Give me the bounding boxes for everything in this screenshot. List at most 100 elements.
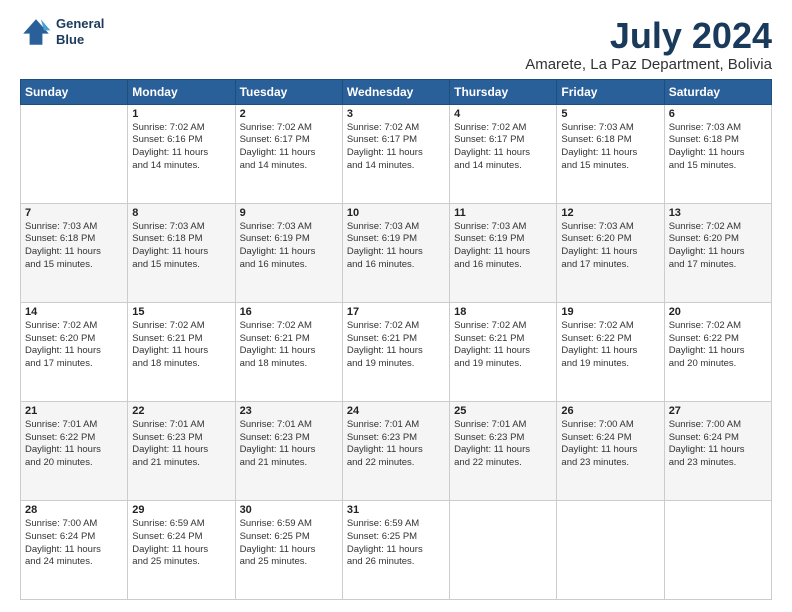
cell-info: Sunrise: 7:02 AM Sunset: 6:22 PM Dayligh… xyxy=(669,320,767,371)
day-number: 15 xyxy=(132,306,230,318)
day-number: 4 xyxy=(454,108,552,120)
day-number: 16 xyxy=(240,306,338,318)
calendar-week-4: 21 Sunrise: 7:01 AM Sunset: 6:22 PM Dayli… xyxy=(21,401,772,500)
calendar-cell: 14 Sunrise: 7:02 AM Sunset: 6:20 PM Dayli… xyxy=(21,302,128,401)
cell-info: Sunrise: 7:00 AM Sunset: 6:24 PM Dayligh… xyxy=(669,419,767,470)
location: Amarete, La Paz Department, Bolivia xyxy=(525,56,772,73)
day-number: 30 xyxy=(240,504,338,516)
day-number: 26 xyxy=(561,405,659,417)
cell-info: Sunrise: 7:00 AM Sunset: 6:24 PM Dayligh… xyxy=(25,518,123,569)
day-number: 17 xyxy=(347,306,445,318)
day-number: 24 xyxy=(347,405,445,417)
calendar-week-1: 1 Sunrise: 7:02 AM Sunset: 6:16 PM Daylig… xyxy=(21,104,772,203)
day-number: 7 xyxy=(25,207,123,219)
calendar-cell xyxy=(664,500,771,599)
calendar-cell: 25 Sunrise: 7:01 AM Sunset: 6:23 PM Dayli… xyxy=(450,401,557,500)
calendar-cell: 23Sunrise: 7:01 AM Sunset: 6:23 PM Dayli… xyxy=(235,401,342,500)
calendar-table: Sunday Monday Tuesday Wednesday Thursday… xyxy=(20,79,772,600)
cell-info: Sunrise: 7:02 AM Sunset: 6:21 PM Dayligh… xyxy=(454,320,552,371)
day-number: 13 xyxy=(669,207,767,219)
day-number: 18 xyxy=(454,306,552,318)
cell-info: Sunrise: 7:03 AM Sunset: 6:19 PM Dayligh… xyxy=(240,221,338,272)
logo-icon xyxy=(20,16,52,48)
cell-info: Sunrise: 7:02 AM Sunset: 6:16 PM Dayligh… xyxy=(132,122,230,173)
cell-info: Sunrise: 7:01 AM Sunset: 6:23 PM Dayligh… xyxy=(347,419,445,470)
calendar-week-2: 7 Sunrise: 7:03 AM Sunset: 6:18 PM Daylig… xyxy=(21,203,772,302)
header-saturday: Saturday xyxy=(664,79,771,104)
calendar-week-3: 14 Sunrise: 7:02 AM Sunset: 6:20 PM Dayli… xyxy=(21,302,772,401)
day-number: 25 xyxy=(454,405,552,417)
logo-line2: Blue xyxy=(56,32,104,48)
cell-info: Sunrise: 7:01 AM Sunset: 6:23 PM Dayligh… xyxy=(240,419,338,470)
calendar-cell: 10 Sunrise: 7:03 AM Sunset: 6:19 PM Dayli… xyxy=(342,203,449,302)
day-number: 28 xyxy=(25,504,123,516)
day-number: 1 xyxy=(132,108,230,120)
calendar-cell: 11 Sunrise: 7:03 AM Sunset: 6:19 PM Dayli… xyxy=(450,203,557,302)
day-number: 31 xyxy=(347,504,445,516)
calendar-cell: 12 Sunrise: 7:03 AM Sunset: 6:20 PM Dayli… xyxy=(557,203,664,302)
day-number: 10 xyxy=(347,207,445,219)
cell-info: Sunrise: 7:03 AM Sunset: 6:18 PM Dayligh… xyxy=(132,221,230,272)
cell-info: Sunrise: 7:00 AM Sunset: 6:24 PM Dayligh… xyxy=(561,419,659,470)
calendar-cell: 13 Sunrise: 7:02 AM Sunset: 6:20 PM Dayli… xyxy=(664,203,771,302)
day-number: 27 xyxy=(669,405,767,417)
cell-info: Sunrise: 7:02 AM Sunset: 6:21 PM Dayligh… xyxy=(240,320,338,371)
calendar-cell: 4 Sunrise: 7:02 AM Sunset: 6:17 PM Daylig… xyxy=(450,104,557,203)
cell-info: Sunrise: 7:02 AM Sunset: 6:17 PM Dayligh… xyxy=(347,122,445,173)
calendar-cell: 31 Sunrise: 6:59 AM Sunset: 6:25 PM Dayli… xyxy=(342,500,449,599)
cell-info: Sunrise: 7:01 AM Sunset: 6:23 PM Dayligh… xyxy=(454,419,552,470)
header-friday: Friday xyxy=(557,79,664,104)
day-number: 20 xyxy=(669,306,767,318)
calendar-cell: 30 Sunrise: 6:59 AM Sunset: 6:25 PM Dayli… xyxy=(235,500,342,599)
day-number: 22 xyxy=(132,405,230,417)
day-number: 6 xyxy=(669,108,767,120)
day-number: 5 xyxy=(561,108,659,120)
title-block: July 2024 Amarete, La Paz Department, Bo… xyxy=(525,16,772,73)
cell-info: Sunrise: 7:01 AM Sunset: 6:23 PM Dayligh… xyxy=(132,419,230,470)
calendar-cell: 16 Sunrise: 7:02 AM Sunset: 6:21 PM Dayli… xyxy=(235,302,342,401)
logo-text: General Blue xyxy=(56,16,104,47)
calendar-cell: 24 Sunrise: 7:01 AM Sunset: 6:23 PM Dayli… xyxy=(342,401,449,500)
cell-info: Sunrise: 6:59 AM Sunset: 6:25 PM Dayligh… xyxy=(240,518,338,569)
calendar-cell: 29Sunrise: 6:59 AM Sunset: 6:24 PM Dayli… xyxy=(128,500,235,599)
day-number: 8 xyxy=(132,207,230,219)
calendar-cell: 20 Sunrise: 7:02 AM Sunset: 6:22 PM Dayli… xyxy=(664,302,771,401)
day-number: 14 xyxy=(25,306,123,318)
calendar-cell: 1 Sunrise: 7:02 AM Sunset: 6:16 PM Daylig… xyxy=(128,104,235,203)
header-thursday: Thursday xyxy=(450,79,557,104)
calendar-cell: 8 Sunrise: 7:03 AM Sunset: 6:18 PM Daylig… xyxy=(128,203,235,302)
logo: General Blue xyxy=(20,16,104,48)
cell-info: Sunrise: 7:01 AM Sunset: 6:22 PM Dayligh… xyxy=(25,419,123,470)
day-number: 3 xyxy=(347,108,445,120)
day-number: 21 xyxy=(25,405,123,417)
calendar-cell xyxy=(557,500,664,599)
logo-line1: General xyxy=(56,16,104,32)
calendar-body: 1 Sunrise: 7:02 AM Sunset: 6:16 PM Daylig… xyxy=(21,104,772,599)
calendar-header-row: Sunday Monday Tuesday Wednesday Thursday… xyxy=(21,79,772,104)
calendar-cell: 18 Sunrise: 7:02 AM Sunset: 6:21 PM Dayli… xyxy=(450,302,557,401)
cell-info: Sunrise: 7:03 AM Sunset: 6:18 PM Dayligh… xyxy=(25,221,123,272)
cell-info: Sunrise: 7:02 AM Sunset: 6:17 PM Dayligh… xyxy=(240,122,338,173)
calendar-cell: 26 Sunrise: 7:00 AM Sunset: 6:24 PM Dayli… xyxy=(557,401,664,500)
cell-info: Sunrise: 7:02 AM Sunset: 6:20 PM Dayligh… xyxy=(25,320,123,371)
calendar-cell: 7 Sunrise: 7:03 AM Sunset: 6:18 PM Daylig… xyxy=(21,203,128,302)
day-number: 12 xyxy=(561,207,659,219)
page: General Blue July 2024 Amarete, La Paz D… xyxy=(0,0,792,612)
calendar-cell: 19 Sunrise: 7:02 AM Sunset: 6:22 PM Dayli… xyxy=(557,302,664,401)
day-number: 2 xyxy=(240,108,338,120)
cell-info: Sunrise: 7:03 AM Sunset: 6:20 PM Dayligh… xyxy=(561,221,659,272)
cell-info: Sunrise: 7:03 AM Sunset: 6:19 PM Dayligh… xyxy=(347,221,445,272)
calendar-cell: 27 Sunrise: 7:00 AM Sunset: 6:24 PM Dayli… xyxy=(664,401,771,500)
cell-info: Sunrise: 6:59 AM Sunset: 6:25 PM Dayligh… xyxy=(347,518,445,569)
calendar-cell: 15Sunrise: 7:02 AM Sunset: 6:21 PM Dayli… xyxy=(128,302,235,401)
header-monday: Monday xyxy=(128,79,235,104)
calendar-cell: 17Sunrise: 7:02 AM Sunset: 6:21 PM Dayli… xyxy=(342,302,449,401)
cell-info: Sunrise: 7:03 AM Sunset: 6:19 PM Dayligh… xyxy=(454,221,552,272)
cell-info: Sunrise: 7:02 AM Sunset: 6:20 PM Dayligh… xyxy=(669,221,767,272)
day-number: 19 xyxy=(561,306,659,318)
header-tuesday: Tuesday xyxy=(235,79,342,104)
month-title: July 2024 xyxy=(525,16,772,56)
cell-info: Sunrise: 7:02 AM Sunset: 6:17 PM Dayligh… xyxy=(454,122,552,173)
cell-info: Sunrise: 7:02 AM Sunset: 6:22 PM Dayligh… xyxy=(561,320,659,371)
day-number: 11 xyxy=(454,207,552,219)
